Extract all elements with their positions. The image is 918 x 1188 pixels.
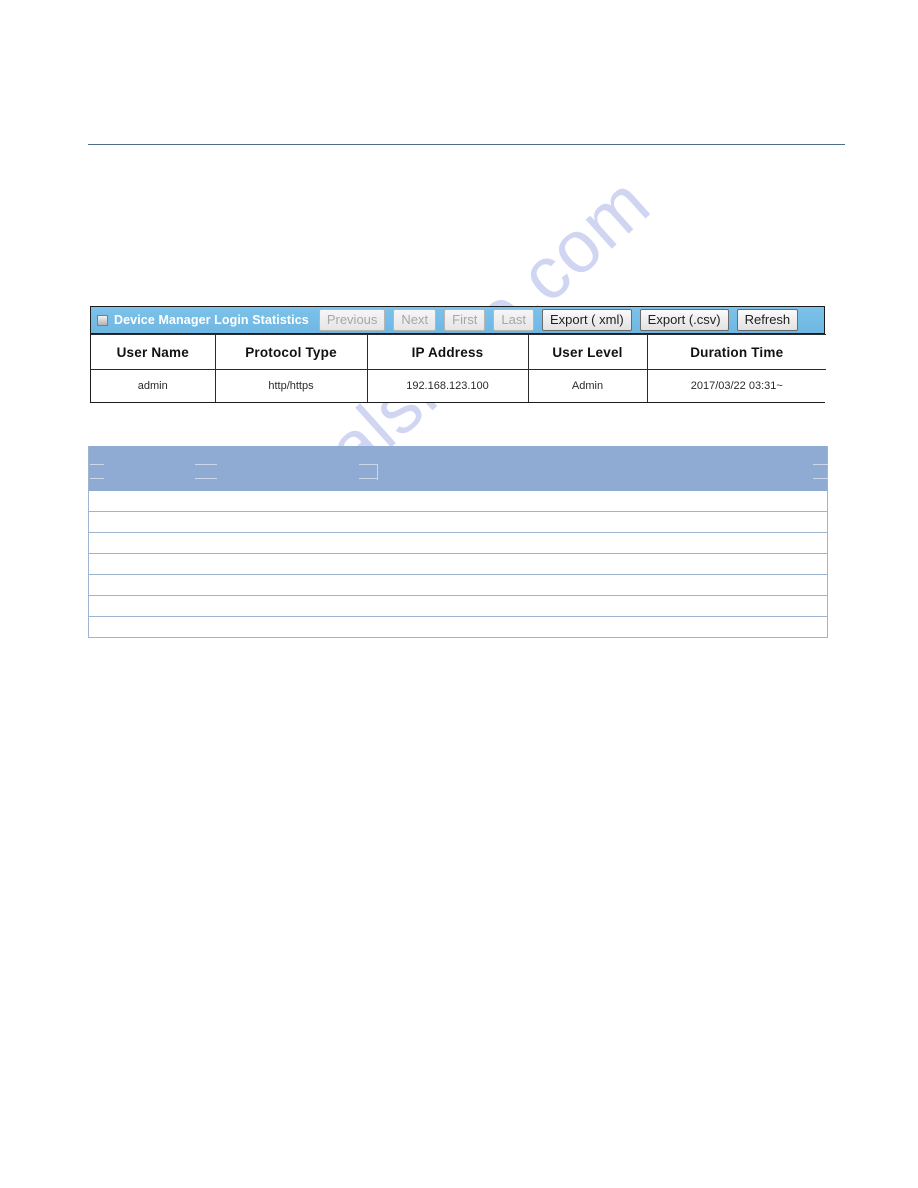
divider-tick	[377, 464, 378, 480]
cell-duration-time: 2017/03/22 03:31~	[646, 369, 826, 402]
previous-button[interactable]: Previous	[318, 309, 386, 331]
panel-title: Device Manager Login Statistics	[114, 313, 309, 327]
window-icon	[97, 314, 108, 326]
column-header-user-name: User Name	[91, 334, 216, 370]
column-header-ip-address: IP Address	[366, 334, 529, 370]
column-header-protocol-type: Protocol Type	[214, 334, 368, 370]
last-button[interactable]: Last	[493, 309, 534, 331]
divider-tick	[90, 464, 104, 465]
cell-protocol-type: http/https	[214, 369, 368, 402]
divider-tick	[195, 478, 217, 479]
empty-table-row	[89, 553, 827, 574]
empty-table-row	[89, 595, 827, 616]
divider-tick	[813, 478, 828, 479]
divider-tick	[359, 464, 377, 465]
export-xml-button[interactable]: Export ( xml)	[542, 309, 632, 331]
panel-titlebar: Device Manager Login Statistics Previous…	[91, 307, 824, 334]
divider-tick	[90, 478, 104, 479]
table-row[interactable]: admin http/https 192.168.123.100 Admin 2…	[91, 369, 826, 402]
empty-table	[88, 446, 828, 638]
page-header-rule	[88, 144, 845, 145]
divider-tick	[813, 464, 828, 465]
empty-table-row	[89, 511, 827, 532]
empty-table-row	[89, 574, 827, 595]
empty-table-row	[89, 491, 827, 511]
document-page: manualshive.com Device Manager Login Sta…	[0, 0, 918, 1188]
table-header-row: User Name Protocol Type IP Address User …	[91, 334, 826, 370]
cell-user-name: admin	[91, 369, 216, 402]
divider-tick	[195, 464, 217, 465]
login-statistics-table: User Name Protocol Type IP Address User …	[91, 334, 826, 402]
divider-tick	[359, 478, 377, 479]
next-button[interactable]: Next	[393, 309, 437, 331]
cell-ip-address: 192.168.123.100	[366, 369, 529, 402]
empty-table-row	[89, 532, 827, 553]
empty-table-row	[89, 616, 827, 637]
export-csv-button[interactable]: Export (.csv)	[639, 309, 729, 331]
refresh-button[interactable]: Refresh	[736, 309, 799, 331]
column-header-duration-time: Duration Time	[646, 334, 826, 370]
empty-table-header	[89, 446, 828, 491]
login-statistics-panel: Device Manager Login Statistics Previous…	[90, 306, 826, 403]
first-button[interactable]: First	[444, 309, 486, 331]
cell-user-level: Admin	[527, 369, 648, 402]
column-header-user-level: User Level	[527, 334, 648, 370]
